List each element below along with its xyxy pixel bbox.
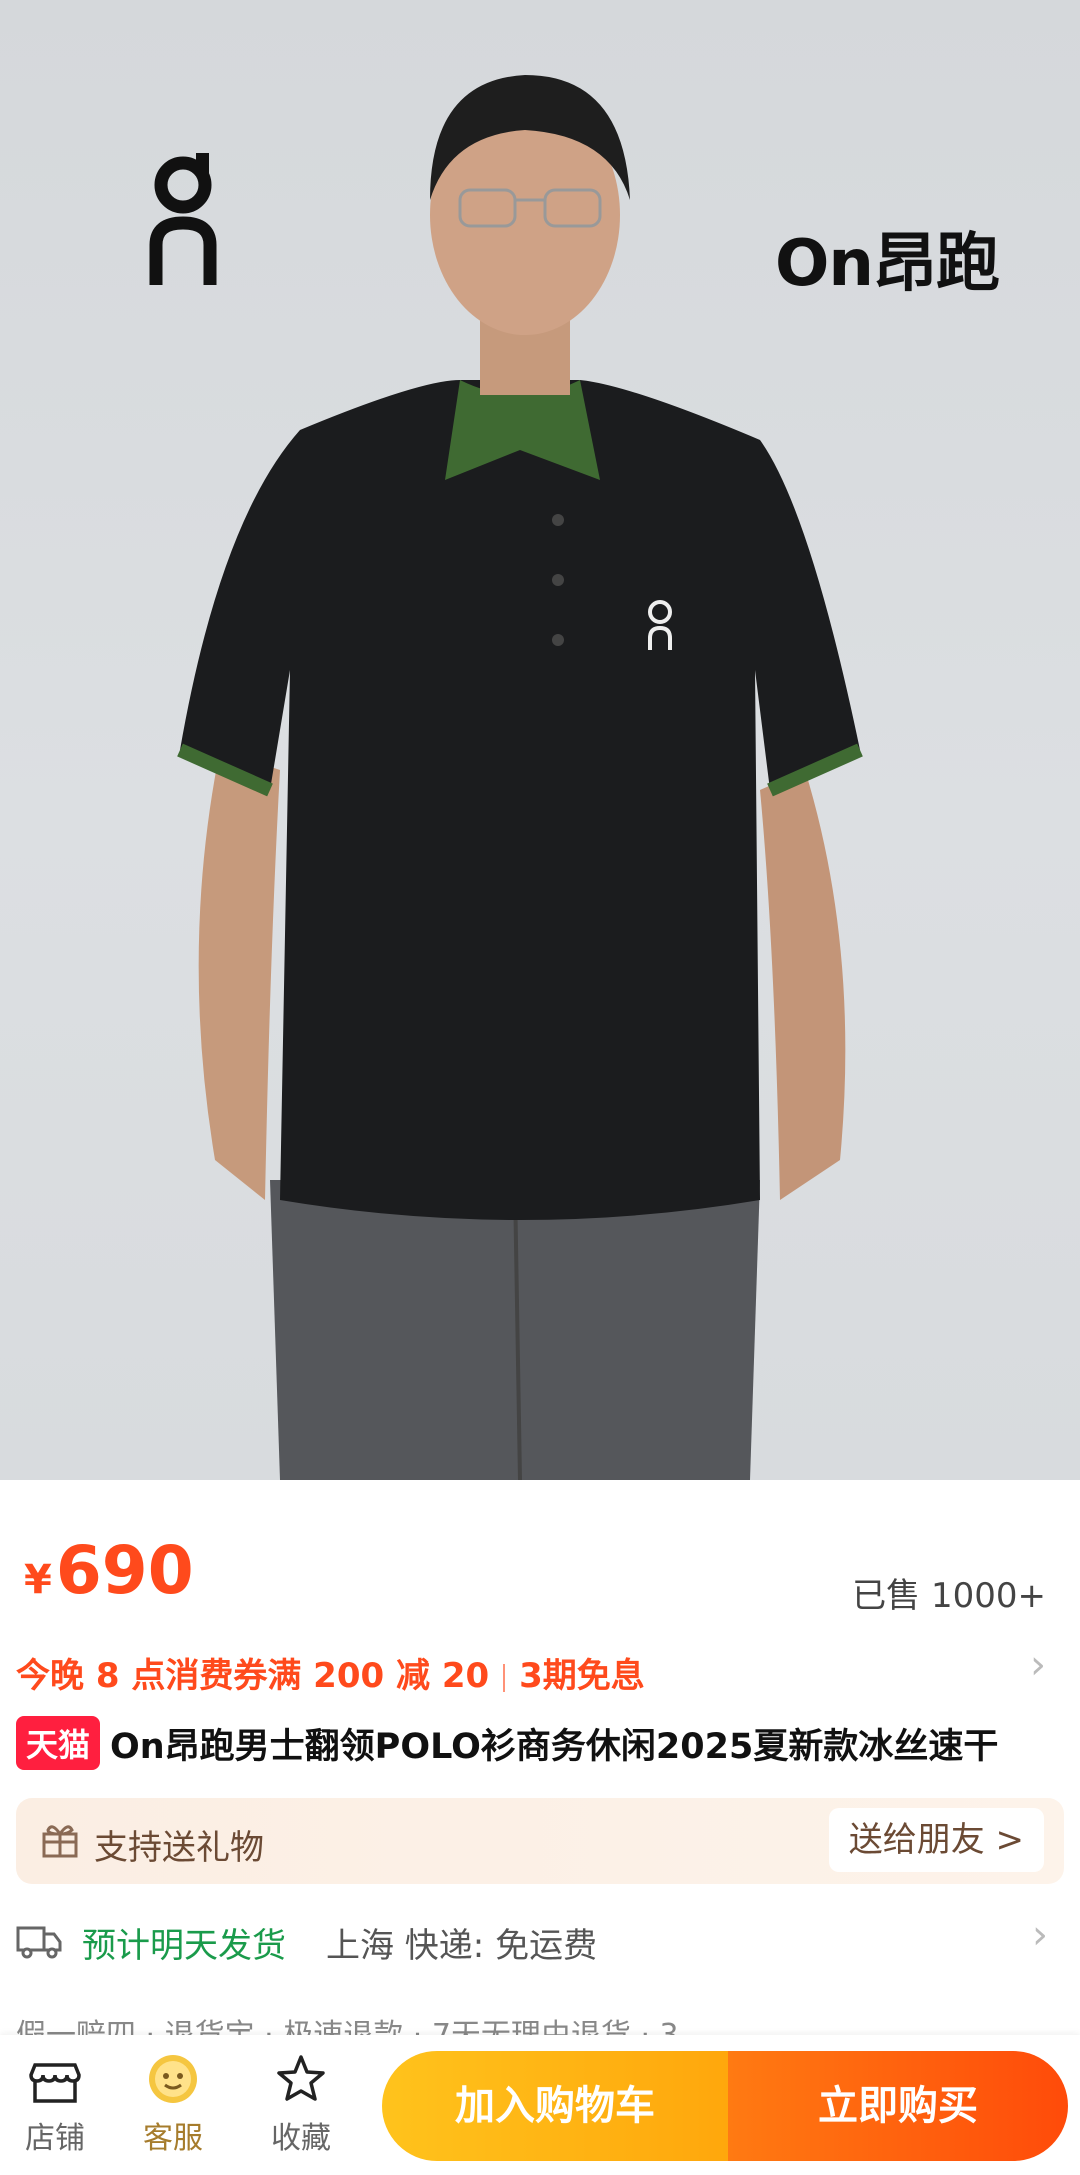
price-value: 690 [55,1532,194,1609]
shipping-eta: 预计明天发货 [82,1926,286,1966]
customer-service-icon [149,2055,197,2103]
gift-bar[interactable]: 支持送礼物 送给朋友 > [16,1798,1064,1884]
guarantee-row[interactable]: 假一赔四 · 退货宝 · 极速退款 · 7天无理由退货 · 3 [16,2000,1064,2040]
service-label: 客服 [143,2121,203,2156]
star-icon [277,2055,325,2101]
chevron-right-icon: › [1032,1912,1048,1958]
store-button[interactable]: 店铺 [0,2051,110,2157]
product-info: ¥690 已售 1000+ 今晚 8 点消费券满 200 减 20 3期免息 › … [0,1480,1080,2040]
promo-installment: 3期免息 [519,1656,645,1696]
product-hero-image[interactable]: On昂跑 [0,0,1080,1480]
price-currency: ¥ [24,1557,52,1603]
promo-divider [503,1663,506,1692]
bottom-action-bar: 店铺 客服 收藏 加入购物车 立即购买 [0,2035,1080,2175]
tmall-badge: 天猫 [16,1716,101,1770]
gift-icon [42,1825,78,1858]
service-button[interactable]: 客服 [118,2051,228,2157]
price: ¥690 [24,1532,194,1609]
gift-label: 支持送礼物 [94,1828,264,1868]
truck-icon [16,1926,62,1959]
sold-count: 已售 1000+ [852,1576,1046,1616]
model-photo [177,75,863,1480]
chevron-right-icon: › [1030,1642,1046,1688]
store-icon [29,2063,81,2103]
buy-now-button[interactable]: 立即购买 [728,2051,1068,2161]
promo-coupon: 今晚 8 点消费券满 200 减 20 [16,1656,490,1696]
store-label: 店铺 [25,2121,85,2156]
product-title-row: 天猫 On昂跑男士翻领POLO衫商务休闲2025夏新款冰丝速干 [16,1716,1076,1776]
promo-row[interactable]: 今晚 8 点消费券满 200 减 20 3期免息 › [16,1640,1056,1700]
send-to-friend-button[interactable]: 送给朋友 > [828,1808,1044,1872]
product-title: On昂跑男士翻领POLO衫商务休闲2025夏新款冰丝速干 [110,1726,999,1767]
add-to-cart-button[interactable]: 加入购物车 [382,2051,728,2161]
favorite-label: 收藏 [271,2121,331,2156]
shipping-details: 上海 快递: 免运费 [326,1926,598,1966]
shipping-row[interactable]: 预计明天发货 上海 快递: 免运费 › [16,1910,1064,1976]
favorite-button[interactable]: 收藏 [246,2051,356,2157]
